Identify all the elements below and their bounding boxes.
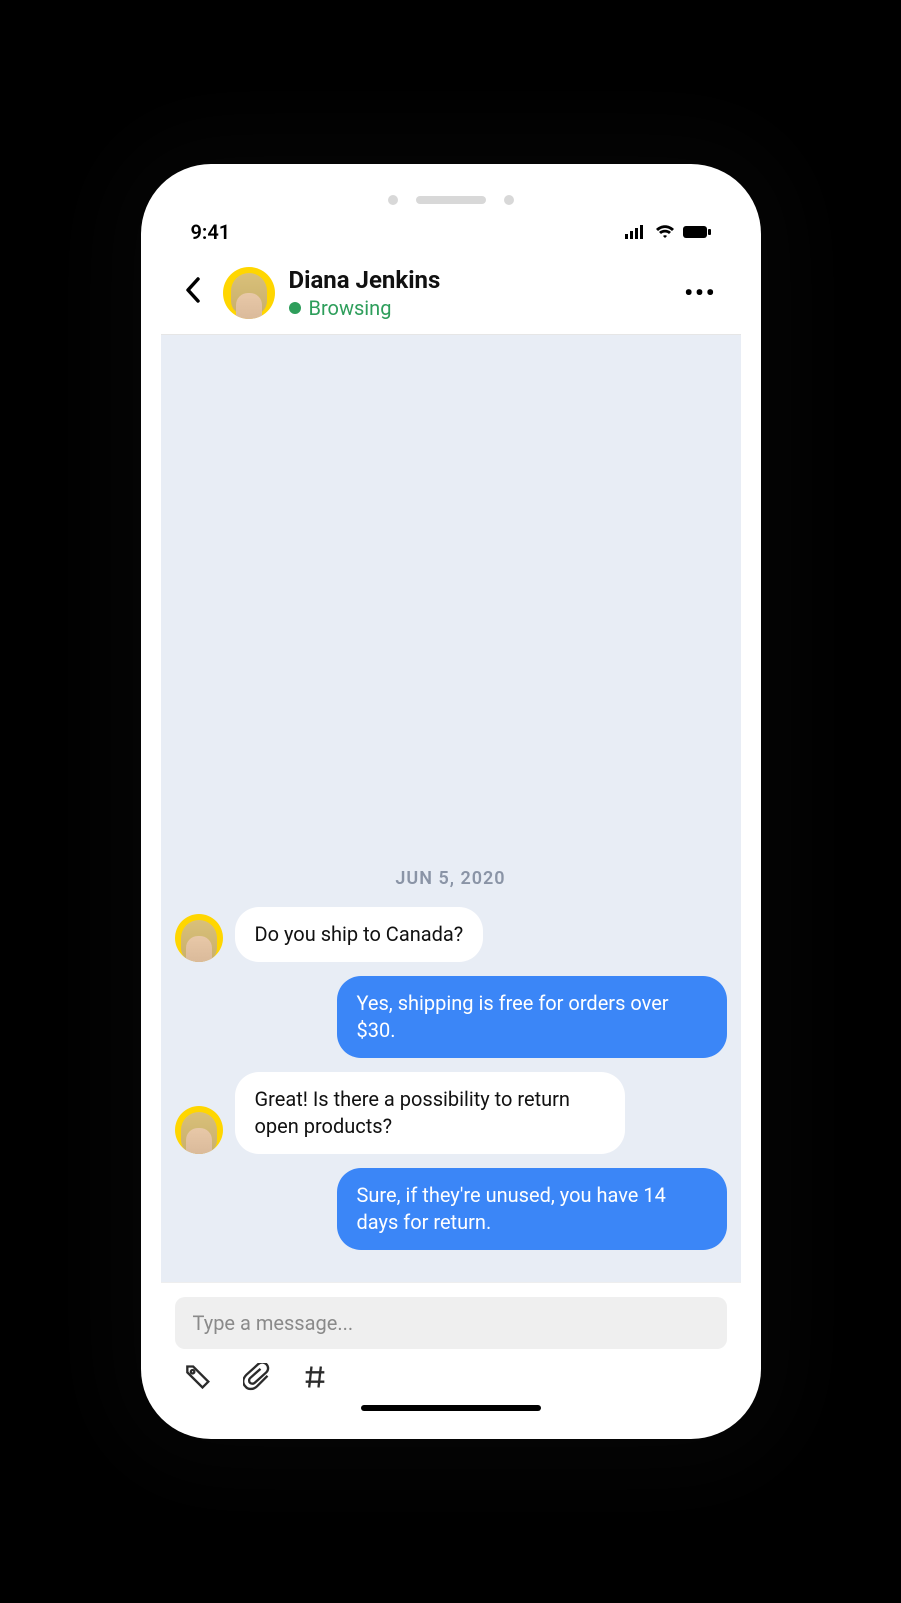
message-bubble-in: Do you ship to Canada?: [235, 907, 484, 962]
status-time: 9:41: [191, 220, 231, 244]
back-button[interactable]: [177, 273, 209, 314]
battery-icon: [683, 225, 711, 239]
composer-area: Type a message...: [161, 1282, 741, 1419]
hash-icon: [301, 1363, 329, 1391]
paperclip-icon: [243, 1363, 271, 1391]
phone-screen: 9:41: [161, 184, 741, 1419]
message-avatar: [175, 1106, 223, 1154]
status-bar: 9:41: [161, 210, 741, 254]
cellular-icon: [625, 225, 647, 239]
message-input[interactable]: Type a message...: [175, 1297, 727, 1349]
tag-button[interactable]: [185, 1363, 213, 1395]
phone-frame: 9:41: [141, 164, 761, 1439]
more-button[interactable]: •••: [676, 271, 724, 315]
wifi-icon: [655, 225, 675, 239]
chevron-left-icon: [185, 277, 201, 303]
contact-status: Browsing: [289, 296, 663, 320]
contact-info: Diana Jenkins Browsing: [289, 266, 663, 320]
device-notch: [161, 190, 741, 210]
date-divider: JUN 5, 2020: [175, 868, 727, 889]
message-row-in: Great! Is there a possibility to return …: [175, 1072, 727, 1154]
message-bubble-in: Great! Is there a possibility to return …: [235, 1072, 625, 1154]
composer-toolbar: [175, 1349, 727, 1399]
chat-body[interactable]: JUN 5, 2020 Do you ship to Canada? Yes, …: [161, 335, 741, 1282]
message-input-placeholder: Type a message...: [193, 1311, 354, 1335]
chat-header: Diana Jenkins Browsing •••: [161, 254, 741, 335]
contact-avatar[interactable]: [223, 267, 275, 319]
attach-button[interactable]: [243, 1363, 271, 1395]
message-bubble-out: Sure, if they're unused, you have 14 day…: [337, 1168, 727, 1250]
hashtag-button[interactable]: [301, 1363, 329, 1395]
status-dot-icon: [289, 302, 301, 314]
message-row-out: Yes, shipping is free for orders over $3…: [175, 976, 727, 1058]
message-row-in: Do you ship to Canada?: [175, 907, 727, 962]
message-row-out: Sure, if they're unused, you have 14 day…: [175, 1168, 727, 1250]
status-text: Browsing: [309, 296, 392, 320]
tag-icon: [185, 1363, 213, 1391]
home-indicator[interactable]: [361, 1405, 541, 1411]
message-bubble-out: Yes, shipping is free for orders over $3…: [337, 976, 727, 1058]
status-indicators: [625, 225, 711, 239]
message-avatar: [175, 914, 223, 962]
contact-name: Diana Jenkins: [289, 266, 663, 294]
